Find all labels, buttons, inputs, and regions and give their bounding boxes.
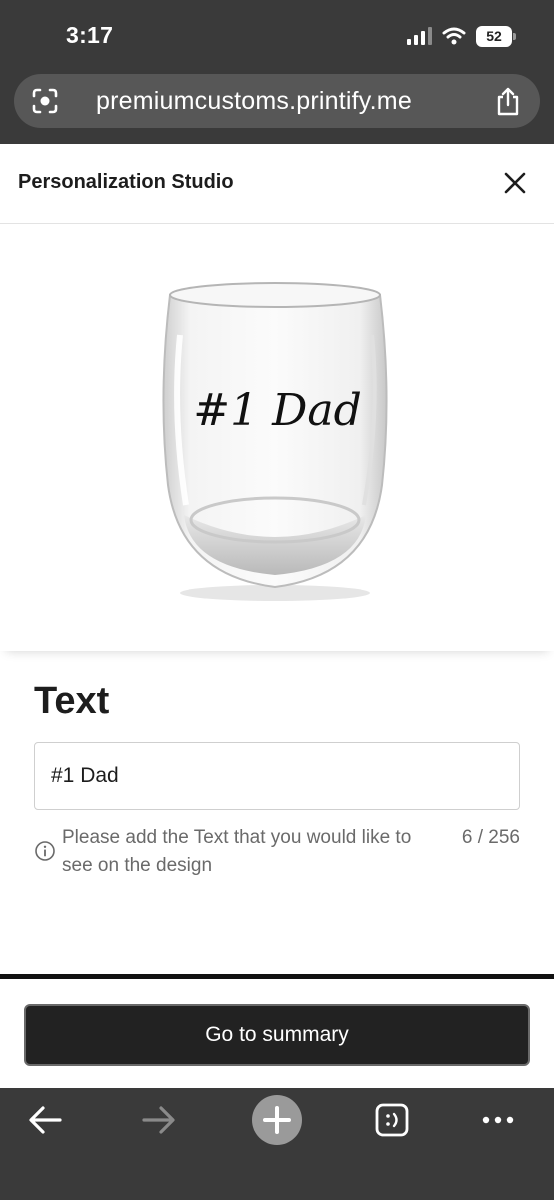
forward-arrow-icon[interactable] bbox=[140, 1100, 178, 1140]
status-bar: 3:17 52 bbox=[0, 0, 554, 64]
text-section-title: Text bbox=[34, 680, 110, 722]
plus-icon bbox=[263, 1106, 291, 1134]
studio-title: Personalization Studio bbox=[18, 171, 234, 193]
char-count: 6 / 256 bbox=[461, 827, 520, 848]
status-indicators: 52 bbox=[407, 24, 516, 48]
studio-header: Personalization Studio bbox=[0, 144, 554, 224]
wifi-icon bbox=[442, 27, 466, 45]
url-bar[interactable]: premiumcustoms.printify.me bbox=[14, 74, 540, 128]
battery-icon: 52 bbox=[476, 25, 516, 47]
go-to-summary-button[interactable]: Go to summary bbox=[24, 1004, 530, 1066]
browser-toolbar bbox=[0, 1088, 554, 1200]
glass-design-text: #1 Dad bbox=[193, 385, 362, 436]
glass-image bbox=[162, 282, 388, 601]
browser-url-area: premiumcustoms.printify.me bbox=[0, 64, 554, 144]
more-icon[interactable] bbox=[478, 1100, 518, 1140]
lens-icon[interactable] bbox=[32, 88, 58, 114]
info-icon bbox=[35, 841, 55, 861]
personalization-page: Personalization Studio #1 Dad Text #1 Da… bbox=[0, 144, 554, 1088]
signal-icon bbox=[407, 27, 432, 45]
close-icon[interactable] bbox=[502, 170, 528, 196]
status-time: 3:17 bbox=[66, 22, 114, 48]
product-preview: #1 Dad bbox=[0, 225, 554, 651]
share-icon[interactable] bbox=[494, 86, 522, 116]
footer-divider bbox=[0, 974, 554, 979]
tabs-icon[interactable] bbox=[374, 1100, 410, 1140]
new-tab-button[interactable] bbox=[252, 1095, 302, 1145]
text-input[interactable] bbox=[34, 742, 520, 810]
help-text: Please add the Text that you would like … bbox=[62, 827, 412, 876]
back-arrow-icon[interactable] bbox=[26, 1100, 64, 1140]
url-text[interactable]: premiumcustoms.printify.me bbox=[96, 87, 412, 116]
battery-level: 52 bbox=[476, 25, 512, 47]
